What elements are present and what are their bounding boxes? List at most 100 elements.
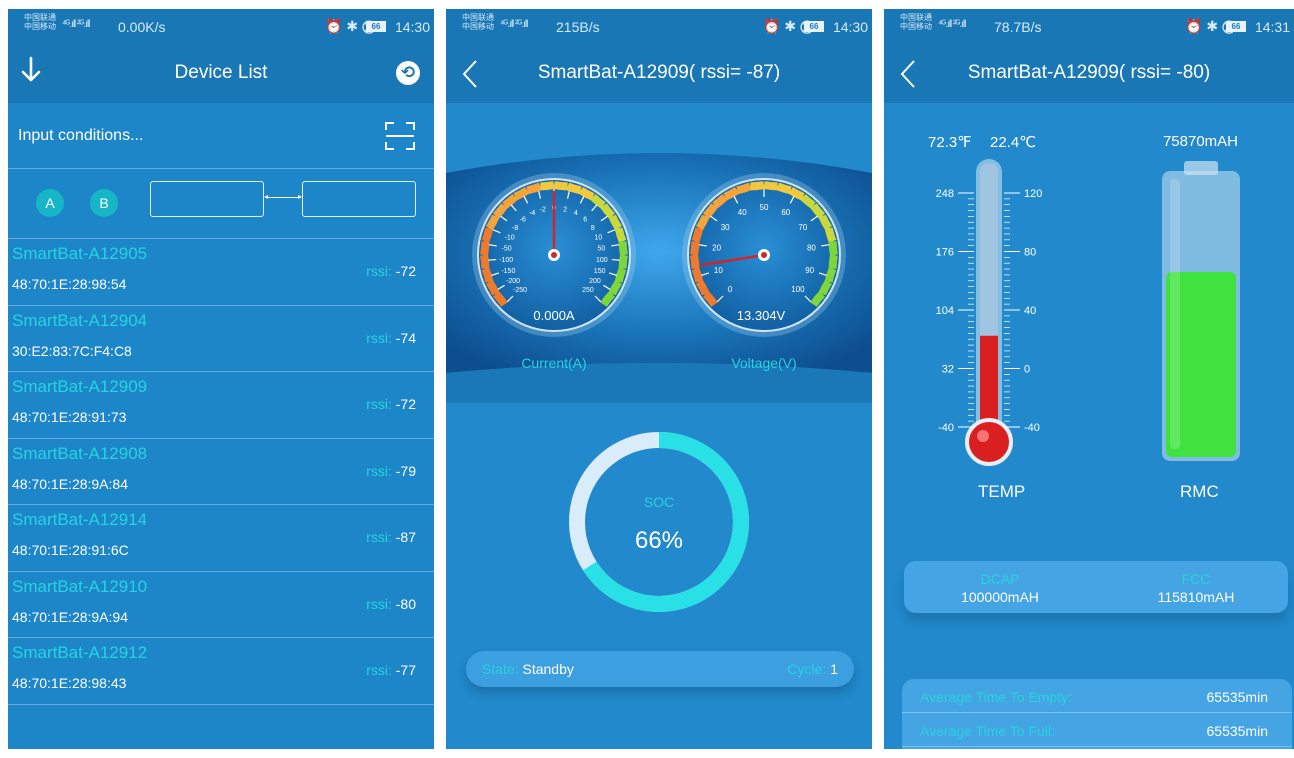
thermo-f-label: 104 xyxy=(936,305,954,317)
gauge-tick-label: 90 xyxy=(805,266,814,275)
device-name: SmartBat-A12914 xyxy=(12,510,148,529)
gauge-tick-label: -100 xyxy=(499,257,513,264)
range-arrow-icon xyxy=(264,195,302,199)
rssi-value: -72 xyxy=(395,263,416,279)
device-list: SmartBat-A12905 48:70:1E:28:98:54 rssi: -7… xyxy=(8,239,434,705)
rssi-label: rssi: xyxy=(366,529,392,545)
device-name: SmartBat-A12912 xyxy=(12,643,148,662)
thermo-c-label: -40 xyxy=(1024,422,1040,434)
gauge-tick-label: 80 xyxy=(807,243,816,252)
cycle-field: Cycle: 1 xyxy=(787,661,838,677)
clock: 14:30 xyxy=(394,19,430,35)
soc-value: 66% xyxy=(634,527,684,554)
dashboard-screen: 中国联通 中国移动 ⁴ᴳ.ıll ²ᴳ.ıll 215B/s ⏰ ✱ ⨂ 66 1… xyxy=(446,9,872,749)
signal-icon: ⁴ᴳ.ıll ²ᴳ.ıll xyxy=(500,19,528,30)
battery-icon: 66 xyxy=(1226,21,1246,32)
device-rssi: rssi: -80 xyxy=(366,596,416,612)
thermo-c-label: 80 xyxy=(1024,247,1036,259)
device-list-item[interactable]: SmartBat-A12912 48:70:1E:28:98:43 rssi: -7… xyxy=(8,638,434,705)
gauge-tick-label: 8 xyxy=(591,225,595,232)
device-list-screen: 中国联通 中国移动 ⁴ᴳ.ıll ²ᴳ.ıll 0.00K/s ⏰ ✱ ⨂ 66 … xyxy=(8,9,434,749)
device-list-item[interactable]: SmartBat-A12910 48:70:1E:28:9A:94 rssi: -8… xyxy=(8,572,434,638)
gauge-tick-label: 100 xyxy=(596,257,608,264)
gauge-tick-label: 2 xyxy=(563,206,567,213)
current-label: Current(A) xyxy=(521,355,586,371)
search-input[interactable] xyxy=(18,119,358,153)
rssi-label: rssi: xyxy=(366,595,392,612)
state-value: Standby xyxy=(522,661,574,677)
fcc-value: 115810mAH xyxy=(1157,589,1235,605)
gauge-tick-label: -50 xyxy=(502,245,512,252)
thermo-f-label: 176 xyxy=(936,247,954,259)
device-rssi: rssi: -72 xyxy=(366,396,416,412)
gauge-tick-label: 0 xyxy=(728,285,733,294)
time-to-empty-label: Average Time To Empty: xyxy=(920,689,1072,705)
network-speed: 78.7B/s xyxy=(994,19,1042,35)
device-mac: 48:70:1E:28:9A:84 xyxy=(12,475,128,492)
range-start-field[interactable] xyxy=(150,181,264,217)
signal-icon: ⁴ᴳ.ıll ²ᴳ.ıll xyxy=(938,19,966,30)
gauge-color-segment xyxy=(614,267,627,283)
device-list-item[interactable]: SmartBat-A12904 30:E2:83:7C:F4:C8 rssi: -7… xyxy=(8,306,434,372)
scan-icon[interactable] xyxy=(384,120,416,152)
rssi-label: rssi: xyxy=(366,329,392,346)
gauge-tick-label: 30 xyxy=(721,223,730,232)
device-mac: 48:70:1E:28:98:54 xyxy=(12,276,127,292)
voltage-label: Voltage(V) xyxy=(731,355,796,371)
gauge-tick-label: 250 xyxy=(582,287,594,294)
gauge-tick-label: 150 xyxy=(594,268,606,275)
filter-row: A B xyxy=(8,169,434,239)
gauge-tick-label: -6 xyxy=(520,217,526,224)
time-to-empty-row: Average Time To Empty: 65535min xyxy=(902,679,1292,713)
title-bar: SmartBat-A12909( rssi= -87) xyxy=(446,47,872,103)
status-bar: 中国联通 中国移动 ⁴ᴳ.ıll ²ᴳ.ıll 0.00K/s ⏰ ✱ ⨂ 66 … xyxy=(8,9,434,47)
gauge-color-segment xyxy=(526,182,542,195)
device-rssi: rssi: -79 xyxy=(366,463,416,479)
gauge-color-segment xyxy=(618,254,628,269)
gauge-color-segment xyxy=(618,241,628,256)
title-bar: SmartBat-A12909( rssi= -80) xyxy=(884,47,1294,103)
gauge-tick-label: 10 xyxy=(594,235,602,242)
rssi-label: rssi: xyxy=(366,662,392,678)
current-value: 0.000A xyxy=(533,308,575,323)
refresh-icon[interactable]: ⟲ xyxy=(396,61,420,85)
device-mac: 48:70:1E:28:9A:94 xyxy=(12,608,128,625)
time-to-full-value: 65535min xyxy=(1206,723,1269,739)
page-title: Device List xyxy=(174,62,268,83)
state-label: State: xyxy=(482,661,519,677)
gauge-color-segment xyxy=(828,241,838,256)
time-to-empty-value: 65535min xyxy=(1206,689,1269,705)
filter-a-button[interactable]: A xyxy=(36,189,64,217)
capacity-card: DCAP 100000mAH FCC 115810mAH xyxy=(904,561,1288,613)
rssi-value: -72 xyxy=(395,396,416,412)
gauge-tick-label: 70 xyxy=(798,223,807,232)
clock: 14:31 xyxy=(1254,19,1290,35)
rssi-value: -79 xyxy=(395,462,416,479)
dcap-label: DCAP xyxy=(980,571,1020,587)
search-bar xyxy=(8,103,434,169)
soc-label: SOC xyxy=(643,494,675,510)
filter-b-button[interactable]: B xyxy=(90,189,118,217)
title-bar: Device List ⟲ xyxy=(8,47,434,103)
state-field: State: Standby xyxy=(482,661,574,677)
thermo-c-label: 0 xyxy=(1024,364,1030,376)
gauge-tick-label: -8 xyxy=(512,225,518,232)
gauge-tick-label: 20 xyxy=(712,243,721,252)
device-list-item[interactable]: SmartBat-A12905 48:70:1E:28:98:54 rssi: -7… xyxy=(8,239,434,306)
gauge-tick-label: -10 xyxy=(505,235,515,242)
gauge-color-segment xyxy=(691,227,704,243)
temp-caption: TEMP xyxy=(978,482,1026,501)
device-list-item[interactable]: SmartBat-A12914 48:70:1E:28:91:6C rssi: -8… xyxy=(8,505,434,572)
battery-gauge xyxy=(1162,161,1240,461)
thermometer-bulb-highlight xyxy=(977,430,989,442)
device-list-item[interactable]: SmartBat-A12908 48:70:1E:28:9A:84 rssi: -7… xyxy=(8,439,434,505)
gauge-tick-label: -2 xyxy=(540,206,546,213)
thermo-f-label: -40 xyxy=(938,422,954,434)
device-rssi: rssi: -72 xyxy=(366,263,416,279)
device-list-item[interactable]: SmartBat-A12909 48:70:1E:28:91:73 rssi: -7… xyxy=(8,372,434,439)
rmc-caption: RMC xyxy=(1180,482,1219,501)
device-name: SmartBat-A12909 xyxy=(12,377,148,396)
carrier-label: 中国联通 中国移动 xyxy=(24,13,56,31)
temperature-celsius: 22.4℃ xyxy=(990,134,1037,151)
range-end-field[interactable] xyxy=(302,181,416,217)
